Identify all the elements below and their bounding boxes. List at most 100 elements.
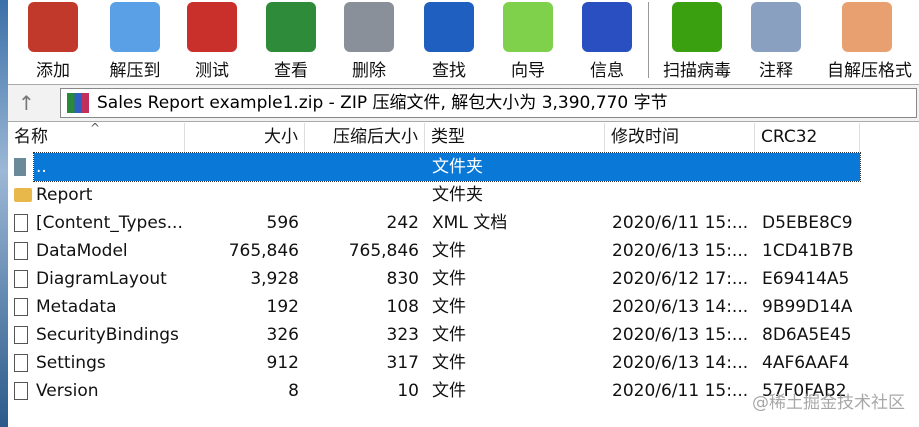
toolbar-button-10[interactable]: 注释 [736,0,816,81]
toolbar-button-label: 添加 [36,61,70,81]
cell-type: 文件 [432,269,466,289]
cell-size: 8 [288,381,299,401]
cell-packed-size: 323 [386,325,419,345]
cell-crc32: 1CD41B7B [762,241,854,261]
cell-crc32: E69414A5 [762,269,850,289]
view-book-icon [266,2,316,52]
cell-name: Settings [36,353,106,373]
file-icon [14,298,28,316]
table-row[interactable]: Settings 912 317 文件 2020/6/13 14:... 4AF… [8,349,860,377]
toolbar-button-2[interactable]: 解压到 [95,0,175,81]
table-row[interactable]: SecurityBindings 326 323 文件 2020/6/13 15… [8,321,860,349]
wizard-wand-icon [503,2,553,52]
find-magnifier-icon [424,2,474,52]
column-crc32[interactable]: CRC32 [755,123,860,152]
parent-folder-icon [14,158,26,176]
extract-folder-icon [110,2,160,52]
cell-packed-size: 108 [386,297,419,317]
address-field[interactable]: Sales Report example1.zip - ZIP 压缩文件, 解包… [60,88,917,118]
cell-name: SecurityBindings [36,325,179,345]
toolbar-button-11[interactable]: 自解压格式 [827,0,912,81]
cell-name: Metadata [36,297,117,317]
cell-name: Version [36,381,99,401]
cell-size: 765,846 [228,241,299,261]
toolbar-button-label: 测试 [195,61,229,81]
table-row[interactable]: [Content_Types... 596 242 XML 文档 2020/6/… [8,209,860,237]
toolbar-button-5[interactable]: 删除 [329,0,409,81]
add-archive-icon [28,2,78,52]
cell-type: XML 文档 [432,213,508,233]
file-list: .. 文件夹 Report 文件夹 [Content_Types... 596 … [8,152,861,405]
cell-size: 192 [266,297,299,317]
toolbar-button-1[interactable]: 添加 [13,0,93,81]
cell-packed-size: 830 [386,269,419,289]
cell-modified: 2020/6/13 15:... [612,325,749,345]
cell-packed-size: 242 [386,213,419,233]
column-header: 名称 ^ 大小 压缩后大小 类型 修改时间 CRC32 [8,121,860,152]
cell-type: 文件 [432,241,466,261]
column-name[interactable]: 名称 ^ [8,121,185,152]
zip-archive-icon [67,93,89,113]
file-icon [14,354,28,372]
comment-icon [751,2,801,52]
toolbar-button-3[interactable]: 测试 [172,0,252,81]
cell-type: 文件夹 [432,157,483,177]
toolbar-button-label: 注释 [759,61,793,81]
cell-packed-size: 765,846 [348,241,419,261]
cell-type: 文件夹 [432,185,483,205]
toolbar-button-4[interactable]: 查看 [251,0,331,81]
sfx-box-icon [842,2,892,52]
toolbar-button-label: 删除 [352,61,386,81]
table-row[interactable]: Report 文件夹 [8,181,860,209]
toolbar-button-6[interactable]: 查找 [409,0,489,81]
toolbar-button-8[interactable]: 信息 [567,0,647,81]
file-icon [14,382,28,400]
cell-size: 596 [266,213,299,233]
cell-modified: 2020/6/11 15:... [612,213,749,233]
cell-name: Report [36,185,93,205]
column-type[interactable]: 类型 [425,123,605,152]
cell-type: 文件 [432,297,466,317]
watermark: @稀土掘金技术社区 [752,393,905,413]
address-text: Sales Report example1.zip - ZIP 压缩文件, 解包… [97,93,668,113]
toolbar-button-label: 信息 [590,61,624,81]
test-clipboard-icon [187,2,237,52]
cell-packed-size: 317 [386,353,419,373]
cell-size: 912 [266,353,299,373]
toolbar-button-label: 自解压格式 [827,61,912,81]
table-row[interactable]: DataModel 765,846 765,846 文件 2020/6/13 1… [8,237,860,265]
cell-name: DiagramLayout [36,269,167,289]
table-row[interactable]: .. 文件夹 [8,152,861,182]
toolbar-button-label: 查看 [274,61,308,81]
table-row[interactable]: Version 8 10 文件 2020/6/11 15:... 57F0FAB… [8,377,860,405]
toolbar-button-label: 扫描病毒 [663,61,731,81]
cell-modified: 2020/6/13 14:... [612,353,749,373]
virus-scan-icon [672,2,722,52]
delete-trash-icon [344,2,394,52]
cell-modified: 2020/6/13 14:... [612,297,749,317]
cell-name: .. [36,157,47,177]
column-packed-size[interactable]: 压缩后大小 [305,123,425,152]
cell-crc32: 4AF6AAF4 [762,353,850,373]
up-arrow-icon[interactable]: ↑ [18,91,35,115]
toolbar-button-label: 解压到 [109,61,161,81]
folder-icon [14,188,32,202]
toolbar-button-label: 向导 [511,61,545,81]
column-size[interactable]: 大小 [185,123,305,152]
file-icon [14,326,28,344]
info-icon [582,2,632,52]
table-row[interactable]: Metadata 192 108 文件 2020/6/13 14:... 9B9… [8,293,860,321]
file-icon [14,214,28,232]
toolbar-button-7[interactable]: 向导 [488,0,568,81]
cell-type: 文件 [432,353,466,373]
window-edge [0,0,8,427]
cell-type: 文件 [432,381,466,401]
toolbar-button-label: 查找 [432,61,466,81]
cell-size: 3,928 [250,269,299,289]
column-modified[interactable]: 修改时间 [605,123,755,152]
toolbar-button-9[interactable]: 扫描病毒 [657,0,737,81]
address-bar: ↑ Sales Report example1.zip - ZIP 压缩文件, … [8,84,919,122]
table-row[interactable]: DiagramLayout 3,928 830 文件 2020/6/12 17:… [8,265,860,293]
toolbar: 添加 解压到 测试 查看 删除 查找 向导 信息 扫描病毒 注释 自解压格式 [8,0,919,84]
cell-size: 326 [266,325,299,345]
